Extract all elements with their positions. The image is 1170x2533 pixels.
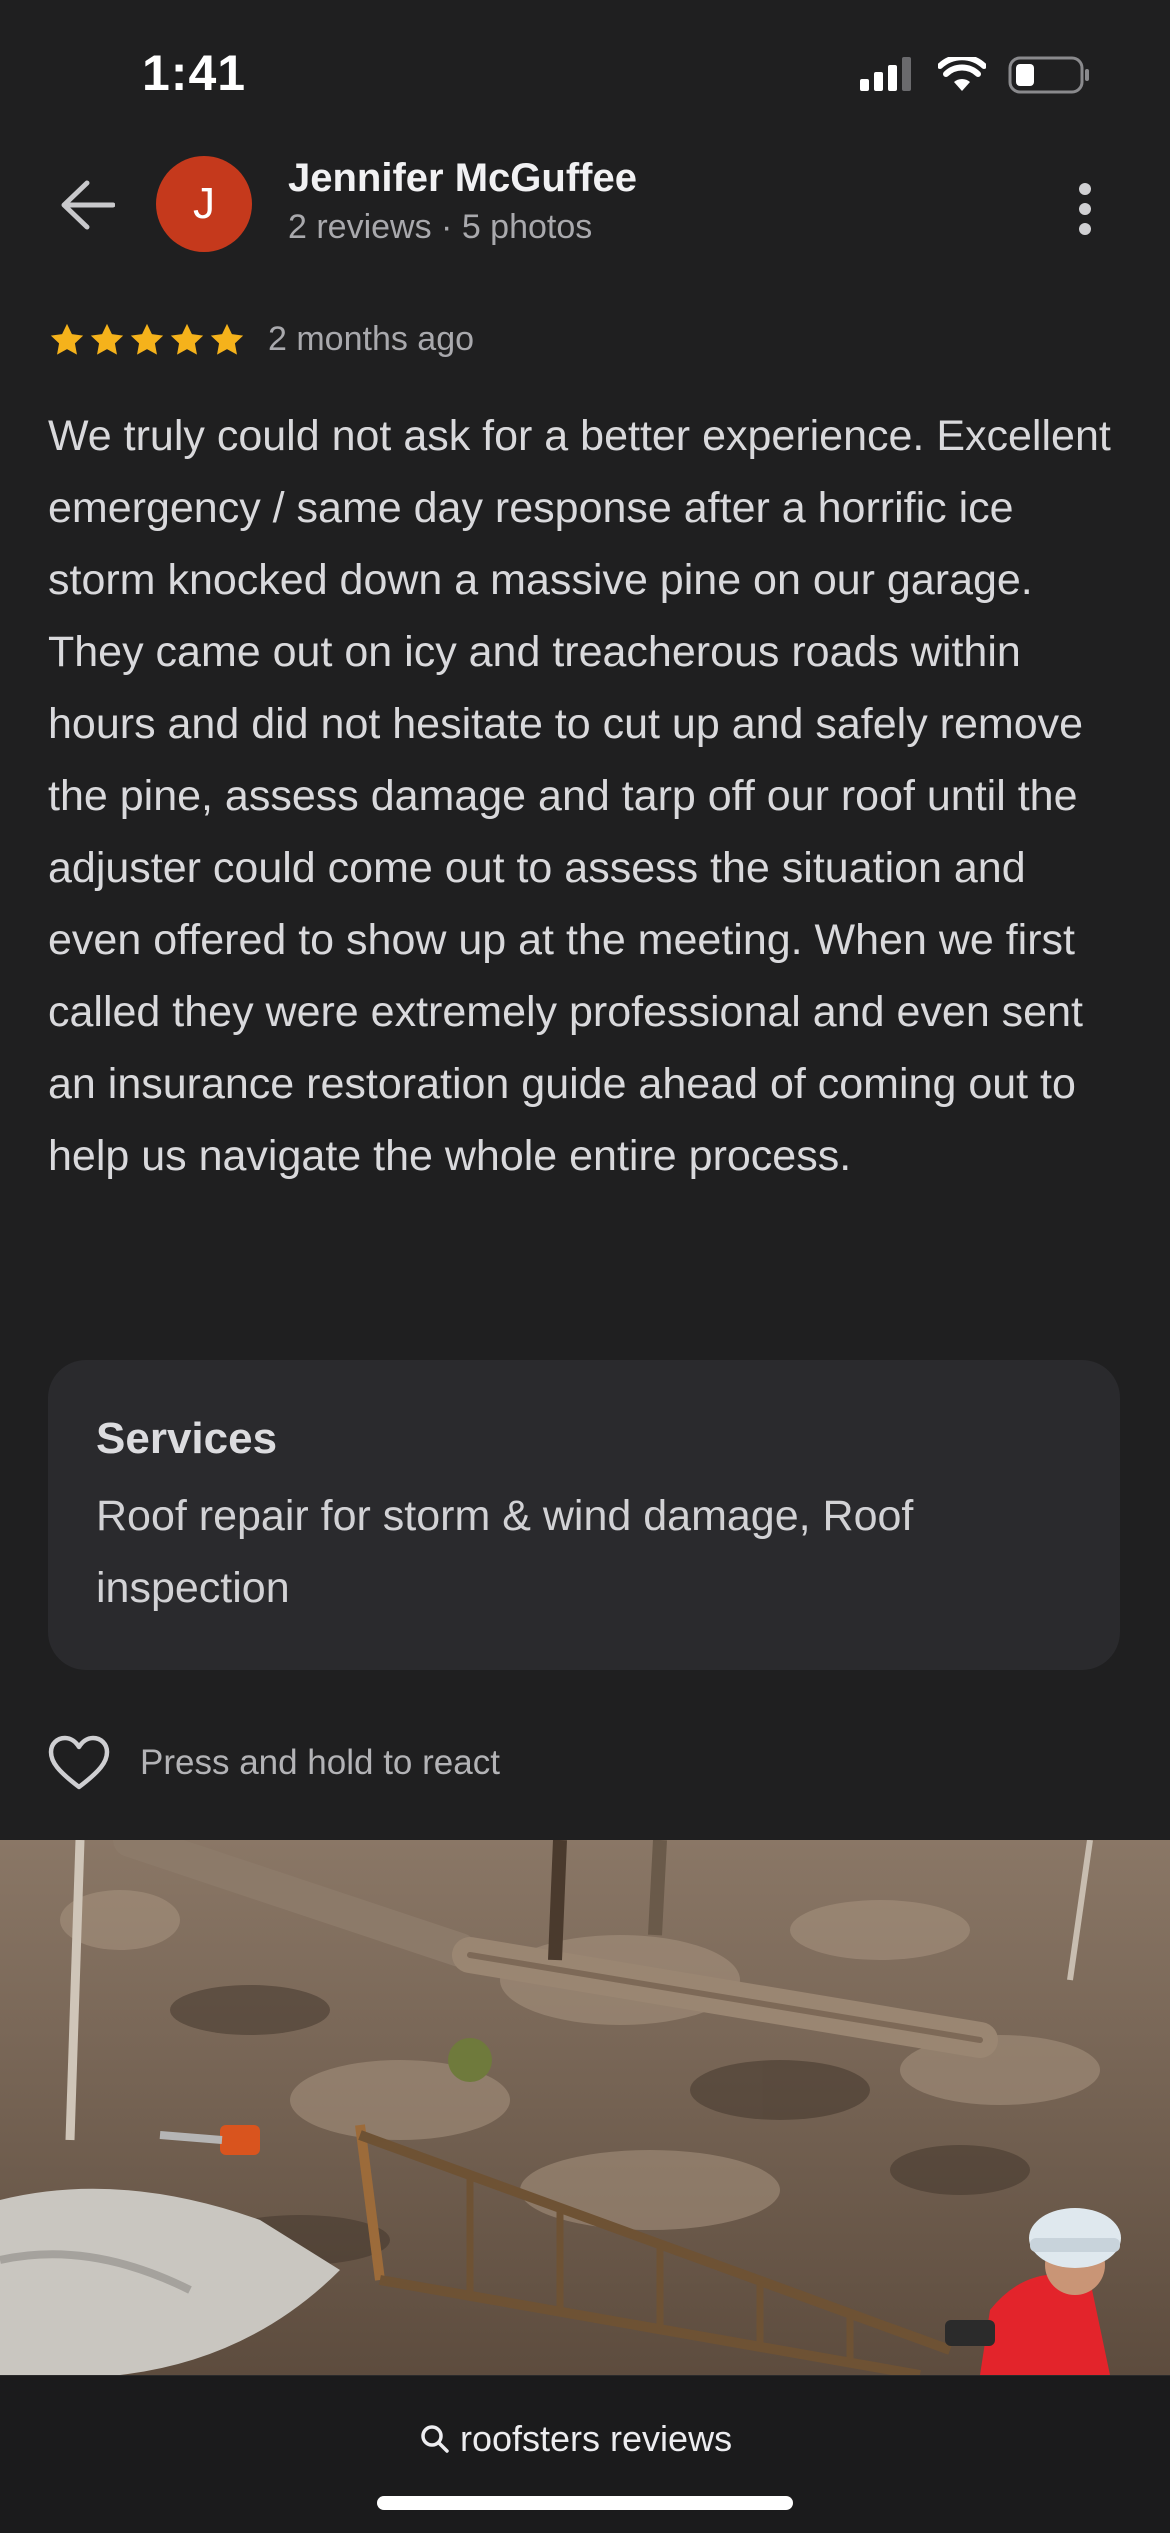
- heart-icon[interactable]: [48, 1735, 110, 1791]
- review-photo[interactable]: [0, 1840, 1170, 2375]
- services-title: Services: [96, 1414, 278, 1463]
- star-icon: [130, 323, 164, 355]
- photo-illustration: [0, 1840, 1170, 2375]
- back-arrow-icon: [61, 180, 115, 230]
- home-indicator: [377, 2496, 793, 2510]
- more-options-button[interactable]: [1060, 174, 1110, 244]
- star-icon: [90, 323, 124, 355]
- status-time: 1:41: [142, 45, 247, 101]
- review-text: We truly could not ask for a better expe…: [48, 412, 1111, 1180]
- star-icon: [50, 323, 84, 355]
- reviewer-meta: 2 reviews · 5 photos: [288, 208, 593, 246]
- signal-icon: [860, 57, 911, 91]
- reviewer-name[interactable]: Jennifer McGuffee: [288, 156, 637, 201]
- search-text: roofsters reviews: [460, 2418, 733, 2459]
- review-time-ago: 2 months ago: [268, 320, 475, 358]
- rating-row: 2 months ago: [48, 320, 474, 359]
- star-icon: [210, 323, 244, 355]
- bottom-search-bar: roofsters reviews: [0, 2375, 1170, 2533]
- avatar[interactable]: J: [156, 156, 252, 252]
- back-button[interactable]: [52, 170, 122, 240]
- status-bar: 1:41: [0, 0, 1170, 140]
- services-value: Roof repair for storm & wind damage, Roo…: [96, 1492, 914, 1612]
- search-icon: [421, 2425, 449, 2453]
- status-icons: [860, 55, 1090, 95]
- search-pill[interactable]: roofsters reviews: [420, 2418, 732, 2460]
- services-card: Services Roof repair for storm & wind da…: [48, 1360, 1120, 1670]
- battery-icon: [1008, 56, 1089, 94]
- star-rating: [48, 321, 246, 359]
- more-vert-icon: [1079, 183, 1091, 235]
- star-icon: [170, 323, 204, 355]
- reviewer-header: J Jennifer McGuffee 2 reviews · 5 photos: [0, 140, 1170, 270]
- react-label: Press and hold to react: [140, 1743, 500, 1782]
- react-row[interactable]: Press and hold to react: [48, 1735, 500, 1791]
- wifi-icon: [938, 57, 986, 91]
- avatar-letter: J: [193, 179, 215, 228]
